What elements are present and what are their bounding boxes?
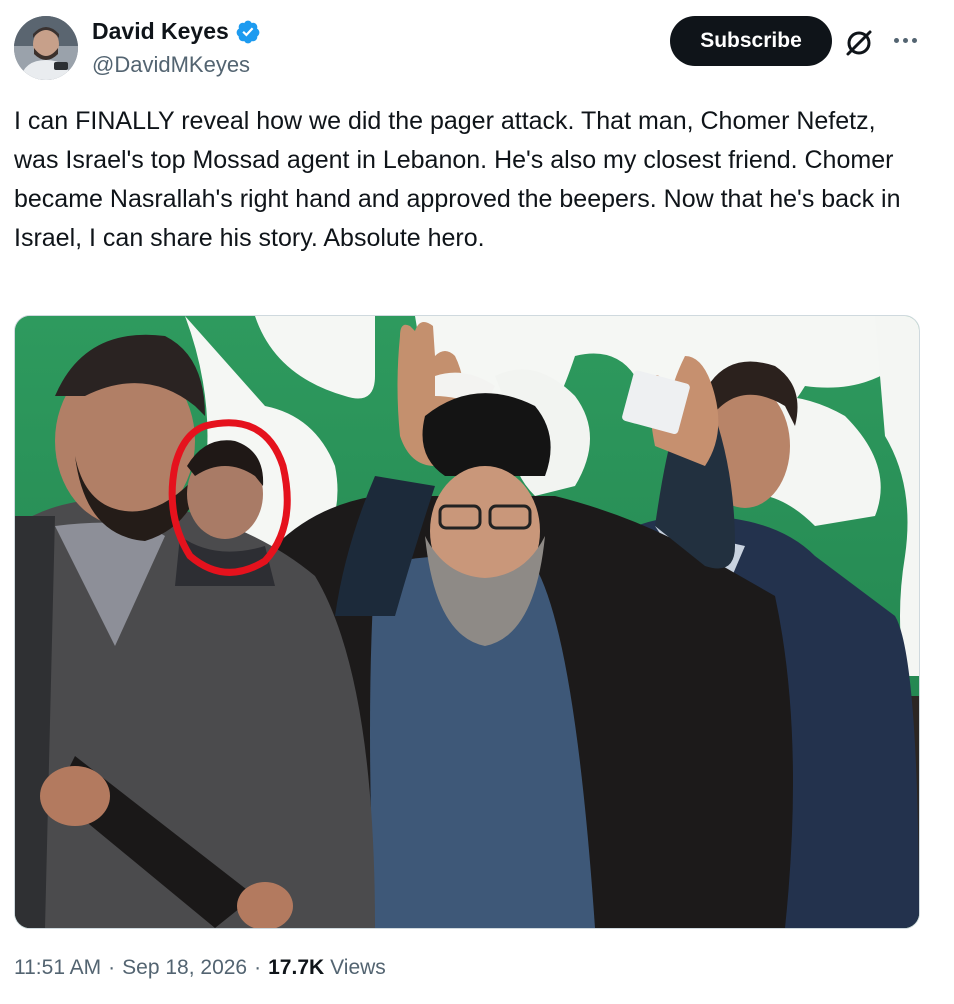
views-count[interactable]: 17.7K xyxy=(268,956,324,980)
author-avatar[interactable] xyxy=(14,16,78,80)
tweet-text: I can FINALLY reveal how we did the page… xyxy=(14,107,901,252)
author-handle[interactable]: @DavidMKeyes xyxy=(92,52,250,78)
author-display-name[interactable]: David Keyes xyxy=(92,18,229,45)
meta-separator: · xyxy=(108,956,116,979)
tweet-time[interactable]: 11:51 AM xyxy=(14,956,101,980)
views-label: Views xyxy=(330,956,386,979)
dot xyxy=(911,37,917,43)
photo-illustration xyxy=(15,316,919,928)
subscribe-button[interactable]: Subscribe xyxy=(670,16,832,66)
more-options-icon[interactable] xyxy=(890,28,920,52)
dot xyxy=(893,37,899,43)
grok-icon[interactable] xyxy=(842,26,876,60)
dot xyxy=(902,37,908,43)
avatar-image xyxy=(14,16,78,80)
meta-separator: · xyxy=(254,956,262,979)
tweet-meta: 11:51 AM · Sep 18, 2026 · 17.7K Views xyxy=(14,956,386,980)
author-name-row[interactable]: David Keyes xyxy=(92,18,261,45)
tweet-date[interactable]: Sep 18, 2026 xyxy=(122,956,247,980)
tweet-photo[interactable] xyxy=(14,315,920,929)
tweet-card: David Keyes @DavidMKeyes Subscribe I can… xyxy=(0,0,954,1004)
verified-badge-icon[interactable] xyxy=(235,19,261,45)
